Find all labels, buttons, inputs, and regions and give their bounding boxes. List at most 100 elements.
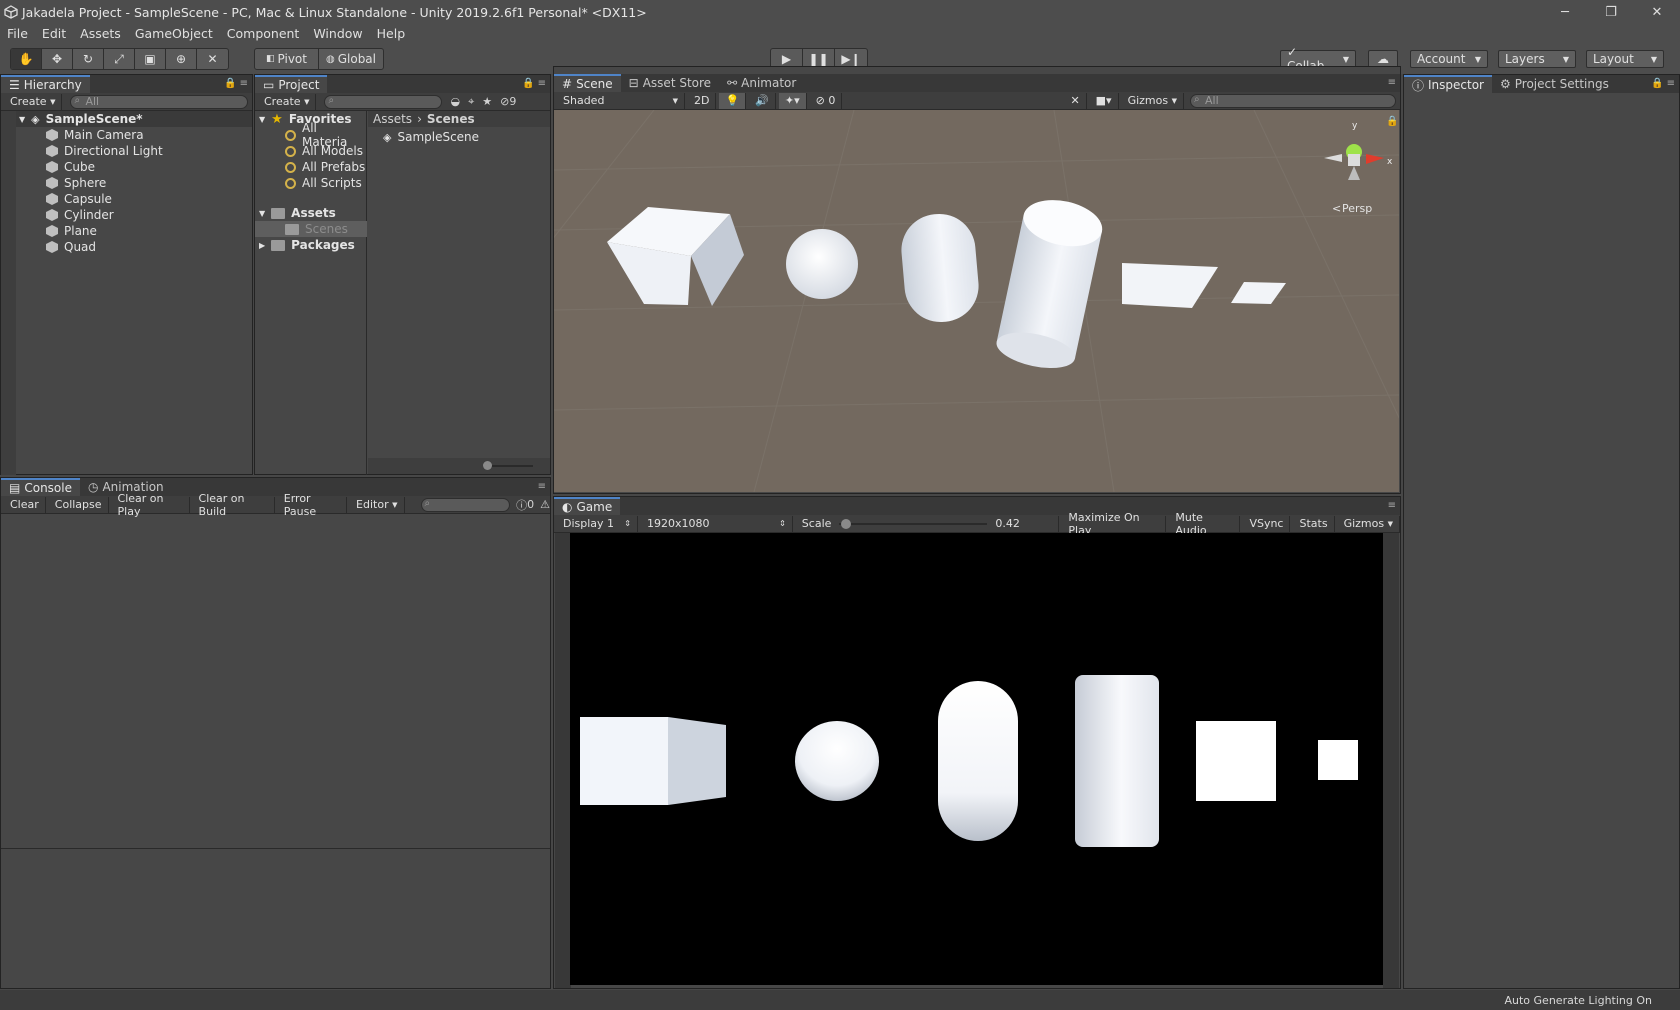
pivot-button[interactable]: ◧ Pivot bbox=[255, 49, 319, 69]
quad-object[interactable] bbox=[1231, 282, 1286, 304]
camera-dropdown-icon[interactable]: ■▾ bbox=[1090, 92, 1119, 109]
list-item[interactable]: Quad bbox=[46, 239, 96, 255]
menu-help[interactable]: Help bbox=[370, 26, 413, 41]
display-dropdown[interactable]: Display 1 ⇕ bbox=[557, 515, 638, 532]
plane-object[interactable] bbox=[1122, 263, 1218, 308]
create-button[interactable]: Create ▼ bbox=[258, 93, 317, 110]
menu-assets[interactable]: Assets bbox=[73, 26, 128, 41]
hierarchy-search-input[interactable]: ⌕ All bbox=[70, 94, 249, 109]
panel-menu-icon[interactable]: ≡ bbox=[538, 481, 546, 492]
scale-slider[interactable]: Scale 0.42 bbox=[796, 515, 1060, 532]
cylinder-object[interactable] bbox=[993, 193, 1106, 374]
resolution-dropdown[interactable]: 1920x1080 ⇕ bbox=[641, 515, 793, 532]
quad-object[interactable] bbox=[1318, 740, 1358, 780]
editor-dropdown[interactable]: Editor ▼ bbox=[350, 496, 405, 513]
maximize-on-play-button[interactable]: Maximize On Play bbox=[1062, 511, 1167, 537]
tab-project-settings[interactable]: ⚙ Project Settings bbox=[1492, 75, 1617, 93]
filter-label-icon[interactable]: ⌖ bbox=[468, 95, 474, 109]
game-viewport[interactable] bbox=[570, 533, 1383, 985]
warning-icon[interactable]: ⚠ bbox=[540, 498, 550, 511]
list-item[interactable]: Capsule bbox=[46, 191, 112, 207]
clear-on-play-button[interactable]: Clear on Play bbox=[112, 492, 190, 518]
list-item[interactable]: All Models bbox=[285, 143, 363, 159]
list-item[interactable]: Sphere bbox=[46, 175, 106, 191]
capsule-object[interactable] bbox=[898, 211, 981, 325]
capsule-object[interactable] bbox=[938, 681, 1018, 841]
minimize-button[interactable]: ─ bbox=[1542, 0, 1588, 24]
lighting-toggle-icon[interactable]: 💡 bbox=[719, 92, 747, 109]
sphere-object[interactable] bbox=[795, 721, 879, 801]
scene-root[interactable]: ▼ ◈ SampleScene* bbox=[19, 111, 143, 127]
info-icon[interactable]: ⓘ bbox=[516, 497, 527, 513]
console-search-input[interactable]: ⌕ bbox=[420, 497, 511, 512]
menu-file[interactable]: File bbox=[0, 26, 35, 41]
filter-type-icon[interactable]: ◒ bbox=[450, 95, 460, 108]
tab-asset-store[interactable]: ⊟ Asset Store bbox=[621, 74, 719, 92]
mute-audio-button[interactable]: Mute Audio bbox=[1169, 511, 1241, 537]
list-item[interactable]: Directional Light bbox=[46, 143, 163, 159]
hand-tool-icon[interactable]: ✋ bbox=[11, 49, 42, 69]
project-search-input[interactable]: ⌕ bbox=[324, 94, 443, 109]
list-item[interactable]: All Prefabs bbox=[285, 159, 365, 175]
list-item[interactable]: Cylinder bbox=[46, 207, 114, 223]
tab-console[interactable]: ▤ Console bbox=[1, 478, 80, 496]
persp-label[interactable]: Persp bbox=[1342, 202, 1372, 215]
packages-header[interactable]: ▶ Packages bbox=[259, 237, 355, 253]
list-item[interactable]: Scenes bbox=[285, 221, 348, 237]
layers-dropdown[interactable]: Layers ▼ bbox=[1498, 50, 1576, 68]
rect-tool-icon[interactable]: ▣ bbox=[135, 49, 166, 69]
audio-toggle-icon[interactable]: 🔊 bbox=[749, 92, 776, 109]
tab-hierarchy[interactable]: ☰ Hierarchy bbox=[1, 75, 90, 93]
clear-button[interactable]: Clear bbox=[4, 496, 46, 513]
tab-animator[interactable]: ⚯ Animator bbox=[719, 74, 804, 92]
list-item[interactable]: All Scripts bbox=[285, 175, 362, 191]
panel-menu-icon[interactable]: 🔒 ≡ bbox=[522, 78, 546, 89]
scene-viewport[interactable]: y x 🔒 < Persp bbox=[554, 110, 1399, 492]
list-item[interactable]: ◈ SampleScene bbox=[383, 129, 479, 145]
scale-handle[interactable] bbox=[840, 518, 851, 529]
list-item[interactable]: Plane bbox=[46, 223, 97, 239]
tools-icon[interactable]: ✕ bbox=[1064, 92, 1087, 109]
scene-search-input[interactable]: ⌕ All bbox=[1190, 93, 1396, 108]
hidden-packages-icon[interactable]: ⊘ bbox=[500, 95, 509, 108]
gizmos-dropdown[interactable]: Gizmos ▼ bbox=[1122, 92, 1184, 109]
list-item[interactable]: Main Camera bbox=[46, 127, 144, 143]
panel-menu-icon[interactable]: ≡ bbox=[1388, 77, 1396, 88]
scene-gizmo[interactable]: y x bbox=[1324, 121, 1393, 180]
lock-icon[interactable]: 🔒 bbox=[1386, 115, 1398, 127]
panel-menu-icon[interactable]: 🔒 ≡ bbox=[1651, 78, 1675, 89]
list-item[interactable]: Cube bbox=[46, 159, 95, 175]
breadcrumb-root[interactable]: Assets bbox=[373, 112, 412, 126]
clear-on-build-button[interactable]: Clear on Build bbox=[193, 492, 275, 518]
tab-inspector[interactable]: ⓘ Inspector bbox=[1404, 75, 1492, 93]
shading-dropdown[interactable]: Shaded ▼ bbox=[557, 92, 685, 109]
sphere-object[interactable] bbox=[786, 229, 858, 299]
global-button[interactable]: ◍ Global bbox=[319, 49, 383, 69]
favorite-star-icon[interactable]: ★ bbox=[482, 95, 492, 108]
collapse-button[interactable]: Collapse bbox=[49, 496, 109, 513]
restore-button[interactable]: ❐ bbox=[1588, 0, 1634, 24]
plane-object[interactable] bbox=[1196, 721, 1276, 801]
account-dropdown[interactable]: Account ▼ bbox=[1410, 50, 1488, 68]
tab-game[interactable]: ◐ Game bbox=[554, 497, 621, 515]
custom-tool-icon[interactable]: ✕ bbox=[197, 49, 228, 69]
error-pause-button[interactable]: Error Pause bbox=[278, 492, 348, 518]
cylinder-object[interactable] bbox=[1075, 675, 1159, 847]
tab-scene[interactable]: # Scene bbox=[554, 74, 621, 92]
2d-toggle[interactable]: 2D bbox=[688, 92, 717, 109]
hidden-objects-toggle[interactable]: ⊘ 0 bbox=[810, 92, 843, 109]
vsync-button[interactable]: VSync bbox=[1243, 515, 1291, 532]
menu-component[interactable]: Component bbox=[220, 26, 307, 41]
menu-gameobject[interactable]: GameObject bbox=[128, 26, 220, 41]
move-tool-icon[interactable]: ✥ bbox=[42, 49, 73, 69]
close-button[interactable]: ✕ bbox=[1634, 0, 1680, 24]
scale-tool-icon[interactable]: ⤢ bbox=[104, 49, 135, 69]
cube-object[interactable] bbox=[580, 717, 726, 805]
tab-project[interactable]: ▭ Project bbox=[255, 75, 328, 93]
effects-dropdown-icon[interactable]: ✦▾ bbox=[778, 92, 807, 109]
layout-dropdown[interactable]: Layout ▼ bbox=[1586, 50, 1664, 68]
create-button[interactable]: Create ▼ bbox=[4, 93, 63, 110]
breadcrumb-current[interactable]: Scenes bbox=[427, 112, 475, 126]
cube-object[interactable] bbox=[607, 207, 744, 306]
slider-handle[interactable] bbox=[483, 461, 492, 470]
